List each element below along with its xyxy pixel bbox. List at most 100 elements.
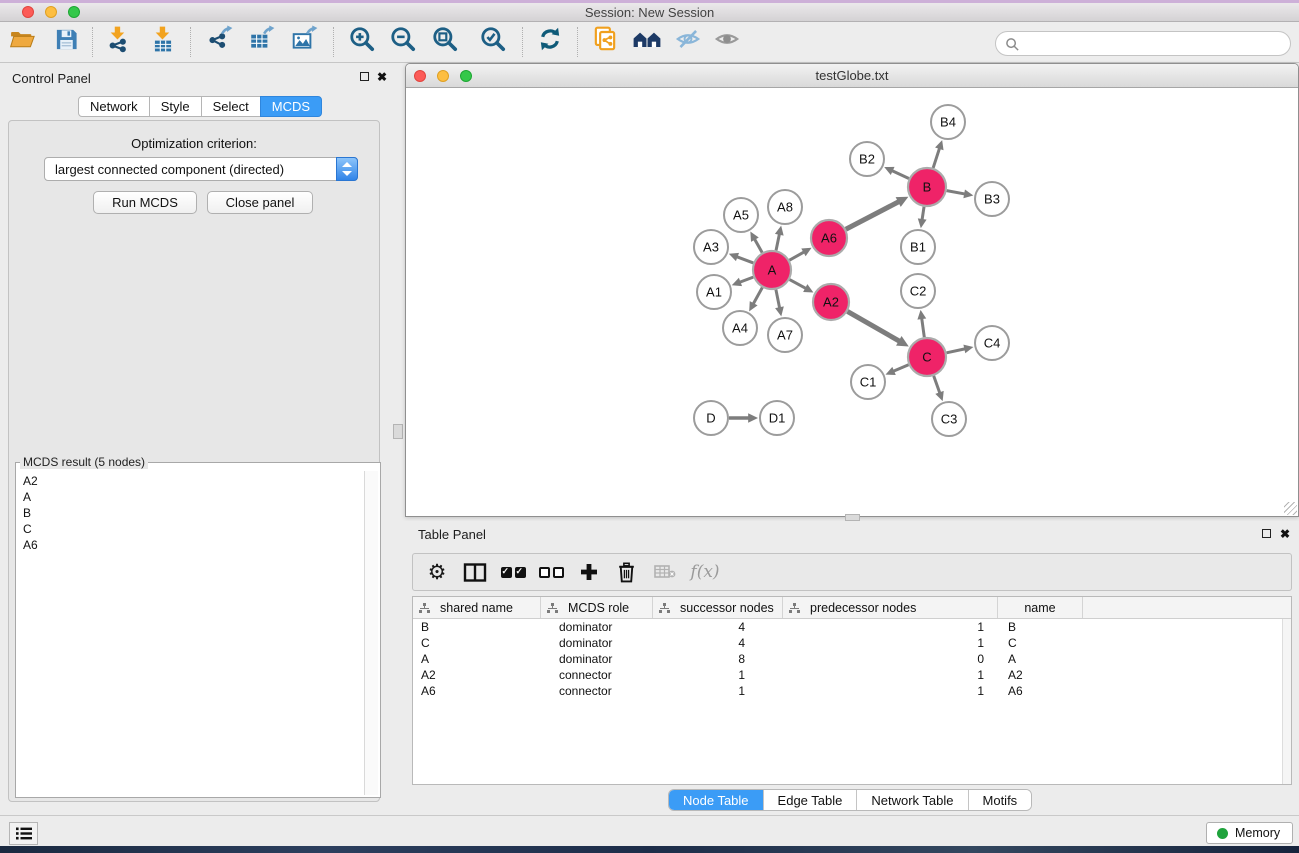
graph-edge-A-A3[interactable] — [737, 257, 753, 263]
graph-edge-C-C1[interactable] — [894, 365, 909, 371]
table-row[interactable]: A6connector11A6 — [413, 683, 1291, 699]
graph-edge-A-A4[interactable] — [753, 288, 762, 304]
table-toolbar: ⚙ ✓✓ — [412, 553, 1292, 591]
graph-node-label: B3 — [984, 192, 1000, 207]
column-type-icon — [547, 603, 558, 613]
graph-edge-A-A2[interactable] — [790, 280, 806, 289]
vertical-divider-handle[interactable] — [393, 424, 403, 439]
table-row[interactable]: Adominator80A — [413, 651, 1291, 667]
import-network-button[interactable] — [103, 24, 133, 54]
gear-icon: ⚙ — [428, 562, 447, 583]
show-columns-button[interactable] — [462, 554, 488, 590]
tab-select[interactable]: Select — [201, 96, 261, 117]
table-panel-tabs: Node TableEdge TableNetwork TableMotifs — [668, 789, 1032, 811]
tab-network-table[interactable]: Network Table — [856, 790, 967, 811]
clone-network-button[interactable] — [590, 24, 620, 54]
column-header-shared-name[interactable]: shared name — [413, 597, 541, 618]
plus-icon — [579, 562, 599, 582]
run-mcds-button[interactable]: Run MCDS — [93, 191, 197, 214]
mcds-result-item[interactable]: B — [23, 505, 362, 521]
graph-edge-A-A6[interactable] — [789, 252, 803, 260]
network-window-title: testGlobe.txt — [406, 68, 1298, 83]
zoom-fit-button[interactable] — [430, 24, 460, 54]
export-table-button[interactable] — [247, 24, 277, 54]
graph-edge-A6-B[interactable] — [846, 202, 899, 229]
hide-selected-button[interactable] — [673, 24, 703, 54]
graph-edge-A-A1[interactable] — [740, 277, 753, 282]
graph-edge-C-C2[interactable] — [922, 319, 925, 338]
tab-node-table[interactable]: Node Table — [669, 790, 763, 811]
float-table-panel-icon[interactable] — [1262, 529, 1271, 538]
zoom-in-button[interactable] — [347, 24, 377, 54]
tab-motifs[interactable]: Motifs — [968, 790, 1032, 811]
delete-table-button-disabled — [652, 554, 678, 590]
float-panel-icon[interactable] — [360, 72, 369, 81]
import-table-icon — [149, 25, 177, 53]
mcds-result-item[interactable]: A — [23, 489, 362, 505]
table-row[interactable]: Bdominator41B — [413, 619, 1291, 635]
column-header-predecessor-nodes[interactable]: predecessor nodes — [783, 597, 998, 618]
table-scrollbar[interactable] — [1282, 619, 1291, 784]
column-header-mcds-role[interactable]: MCDS role — [541, 597, 653, 618]
column-header-label: MCDS role — [568, 601, 629, 615]
save-session-button[interactable] — [51, 24, 81, 54]
graph-edge-C-C3[interactable] — [934, 376, 940, 393]
zoom-out-button[interactable] — [388, 24, 418, 54]
close-panel-icon[interactable]: ✖ — [377, 71, 387, 83]
graph-edge-C-C4[interactable] — [947, 349, 965, 353]
add-row-button[interactable] — [577, 554, 601, 590]
tab-mcds[interactable]: MCDS — [260, 96, 322, 117]
graph-edge-A-A8[interactable] — [776, 234, 779, 250]
mcds-result-item[interactable]: A6 — [23, 537, 362, 553]
table-cell: 1 — [783, 636, 998, 650]
graph-edge-A-A5[interactable] — [755, 239, 763, 252]
table-row[interactable]: Cdominator41C — [413, 635, 1291, 651]
table-settings-button[interactable]: ⚙ — [425, 554, 449, 590]
memory-status-icon — [1217, 828, 1228, 839]
select-all-button[interactable]: ✓✓ — [498, 554, 528, 590]
export-network-button[interactable] — [205, 24, 235, 54]
search-input[interactable] — [995, 31, 1291, 56]
import-table-button[interactable] — [148, 24, 178, 54]
deselect-all-button[interactable] — [536, 554, 566, 590]
memory-button[interactable]: Memory — [1206, 822, 1293, 844]
mcds-result-item[interactable]: A2 — [23, 473, 362, 489]
graph-edge-A-A7[interactable] — [776, 290, 780, 308]
result-scrollbar[interactable] — [364, 471, 378, 795]
refresh-view-button[interactable] — [535, 24, 565, 54]
graph-edge-B-B2[interactable] — [892, 171, 909, 179]
network-canvas[interactable]: AA6A2BCA1A3A5A8A4A7B1B2B3B4C1C2C3C4DD1 — [406, 88, 1298, 516]
export-image-button[interactable] — [290, 24, 320, 54]
tab-network[interactable]: Network — [78, 96, 150, 117]
control-panel-title: Control Panel — [12, 71, 91, 86]
graph-node-label: A4 — [732, 321, 748, 336]
table-cell: A — [998, 652, 1083, 666]
show-neighbors-button[interactable] — [632, 24, 662, 54]
resize-grip[interactable] — [1284, 502, 1297, 515]
horizontal-divider-handle[interactable] — [845, 514, 860, 521]
graph-edge-B-B1[interactable] — [922, 207, 924, 220]
import-network-icon — [104, 25, 132, 53]
close-panel-button[interactable]: Close panel — [207, 191, 313, 214]
table-row[interactable]: A2connector11A2 — [413, 667, 1291, 683]
column-header-label: predecessor nodes — [810, 601, 916, 615]
graph-edge-B-B4[interactable] — [933, 148, 939, 168]
tab-edge-table[interactable]: Edge Table — [763, 790, 857, 811]
graph-edge-A2-C[interactable] — [847, 311, 899, 341]
zoom-selected-button[interactable] — [478, 24, 508, 54]
mcds-result-item[interactable]: C — [23, 521, 362, 537]
optimization-criterion-select[interactable]: largest connected component (directed) — [44, 157, 358, 181]
open-session-button[interactable] — [7, 24, 37, 54]
table-cell: B — [998, 620, 1083, 634]
close-table-panel-icon[interactable]: ✖ — [1280, 528, 1290, 540]
task-history-button[interactable] — [9, 822, 38, 845]
graph-edge-B-B3[interactable] — [947, 191, 965, 194]
delete-rows-button[interactable] — [614, 554, 638, 590]
columns-icon — [463, 562, 487, 583]
column-header-name[interactable]: name — [998, 597, 1083, 618]
column-header-successor-nodes[interactable]: successor nodes — [653, 597, 783, 618]
tab-style[interactable]: Style — [149, 96, 202, 117]
table-cell: A6 — [413, 684, 541, 698]
show-all-button[interactable] — [712, 24, 742, 54]
mcds-result-list: A2ABCA6 — [18, 471, 362, 795]
